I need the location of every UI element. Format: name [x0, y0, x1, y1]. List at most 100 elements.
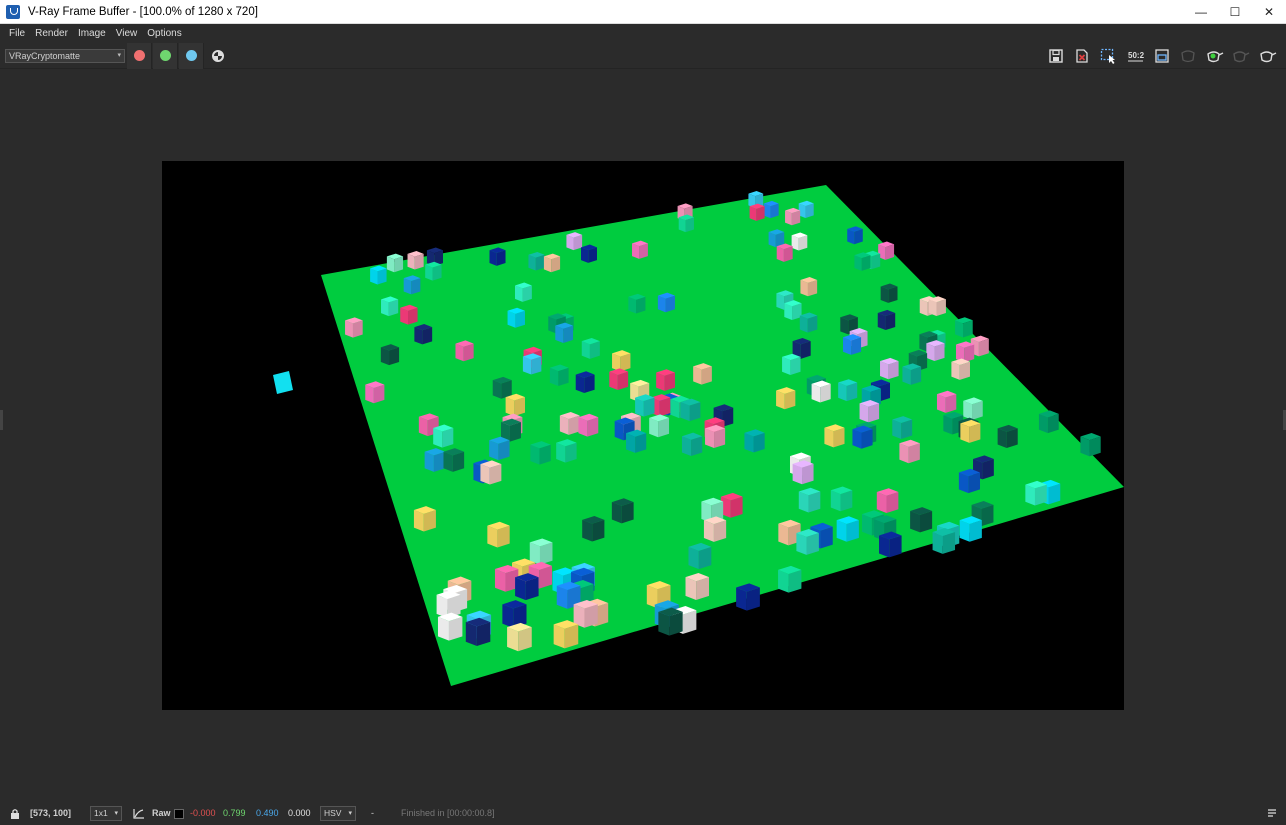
- cube: [556, 439, 577, 463]
- left-panel-handle[interactable]: [0, 410, 3, 430]
- lock-icon[interactable]: [10, 808, 20, 821]
- chevron-down-icon: ▾: [117, 52, 121, 59]
- clear-image-button[interactable]: [1072, 47, 1092, 65]
- chevron-down-icon: ▾: [348, 810, 352, 817]
- menu-file[interactable]: File: [4, 28, 30, 39]
- region-render-button[interactable]: [1099, 47, 1119, 65]
- close-icon: ✕: [1263, 5, 1275, 19]
- menu-bar: File Render Image View Options: [0, 24, 1286, 43]
- cube: [549, 364, 569, 387]
- cube: [685, 572, 710, 601]
- cube: [437, 612, 463, 641]
- zoom-value: 1x1: [94, 808, 108, 818]
- interactive-render-icon: [1233, 51, 1250, 63]
- color-space-select[interactable]: HSV ▾: [320, 806, 356, 821]
- cube: [480, 460, 502, 485]
- cube: [763, 200, 779, 219]
- green-channel-button[interactable]: [153, 43, 178, 69]
- cube: [902, 363, 922, 385]
- monochrome-toggle-icon[interactable]: [212, 50, 224, 62]
- cube: [785, 207, 801, 226]
- cube: [575, 371, 595, 393]
- toolbar: VRayCryptomatte ▾ 50:2: [0, 43, 1286, 69]
- cube: [345, 317, 363, 338]
- cube: [656, 369, 675, 391]
- cube: [796, 529, 819, 555]
- cube: [877, 309, 896, 331]
- cube: [720, 492, 743, 518]
- cube: [798, 487, 821, 513]
- cube: [688, 542, 712, 570]
- image-viewport[interactable]: [0, 70, 1286, 802]
- menu-options[interactable]: Options: [142, 28, 186, 39]
- render-last-button[interactable]: [1257, 47, 1277, 65]
- cube: [381, 296, 399, 317]
- blue-value: 0.490: [256, 808, 279, 818]
- cube: [854, 252, 871, 271]
- stop-icon: [1181, 50, 1195, 63]
- log-icon[interactable]: [1266, 807, 1278, 821]
- menu-view[interactable]: View: [111, 28, 143, 39]
- cube: [403, 275, 421, 295]
- cube: [705, 424, 726, 449]
- cube: [407, 250, 424, 270]
- cube: [693, 363, 712, 385]
- blue-channel-button[interactable]: [179, 43, 204, 69]
- minimize-icon: —: [1195, 5, 1207, 19]
- cube: [960, 419, 981, 443]
- maximize-button[interactable]: ☐: [1218, 0, 1252, 24]
- clear-image-icon: [1076, 49, 1088, 63]
- minimize-button[interactable]: —: [1184, 0, 1218, 24]
- status-bar: [573, 100] 1x1 ▾ Raw -0.000 0.799 0.490 …: [0, 802, 1286, 825]
- red-channel-icon: [134, 50, 145, 61]
- cube: [658, 607, 683, 636]
- cube: [838, 379, 858, 402]
- cube: [578, 413, 599, 437]
- cube: [1025, 480, 1047, 506]
- save-button[interactable]: [1046, 47, 1066, 65]
- cube: [566, 232, 583, 251]
- channel-select[interactable]: VRayCryptomatte ▾: [5, 49, 125, 63]
- raw-toggle[interactable]: Raw: [152, 808, 171, 818]
- cube: [852, 425, 873, 449]
- cube: [502, 600, 527, 628]
- cube: [703, 516, 727, 542]
- cube: [424, 448, 446, 472]
- cube: [798, 200, 814, 218]
- curve-icon[interactable]: [133, 808, 145, 821]
- vray-app-icon: [6, 4, 20, 19]
- zoom-select[interactable]: 1x1 ▾: [90, 806, 122, 821]
- cube: [528, 251, 545, 271]
- maximize-icon: ☐: [1229, 5, 1241, 19]
- cube: [365, 381, 385, 404]
- compare-50-icon: 50:2: [1128, 51, 1145, 62]
- cube: [997, 424, 1018, 449]
- cube: [443, 448, 465, 472]
- close-button[interactable]: ✕: [1252, 0, 1286, 24]
- cube: [892, 416, 913, 439]
- cube: [782, 353, 801, 375]
- color-swatch: [174, 809, 184, 819]
- menu-render[interactable]: Render: [30, 28, 73, 39]
- cube: [611, 498, 634, 524]
- compare-button[interactable]: 50:2: [1126, 47, 1146, 65]
- cube: [1038, 410, 1059, 434]
- cube: [926, 340, 945, 362]
- red-channel-button[interactable]: [127, 43, 152, 69]
- cube: [799, 312, 818, 333]
- cube: [543, 253, 561, 273]
- cube: [830, 486, 853, 512]
- cube: [515, 573, 539, 601]
- render-button[interactable]: [1204, 47, 1224, 65]
- render-image[interactable]: [162, 161, 1124, 710]
- stop-render-button[interactable]: [1178, 47, 1198, 65]
- cube: [581, 337, 600, 359]
- cube: [768, 229, 785, 248]
- lens-effects-button[interactable]: [1152, 47, 1172, 65]
- red-value: -0.000: [190, 808, 216, 818]
- pixel-coordinates: [573, 100]: [30, 808, 72, 818]
- cube: [514, 282, 532, 302]
- cube: [778, 565, 802, 593]
- interactive-render-button[interactable]: [1230, 47, 1250, 65]
- menu-image[interactable]: Image: [73, 28, 111, 39]
